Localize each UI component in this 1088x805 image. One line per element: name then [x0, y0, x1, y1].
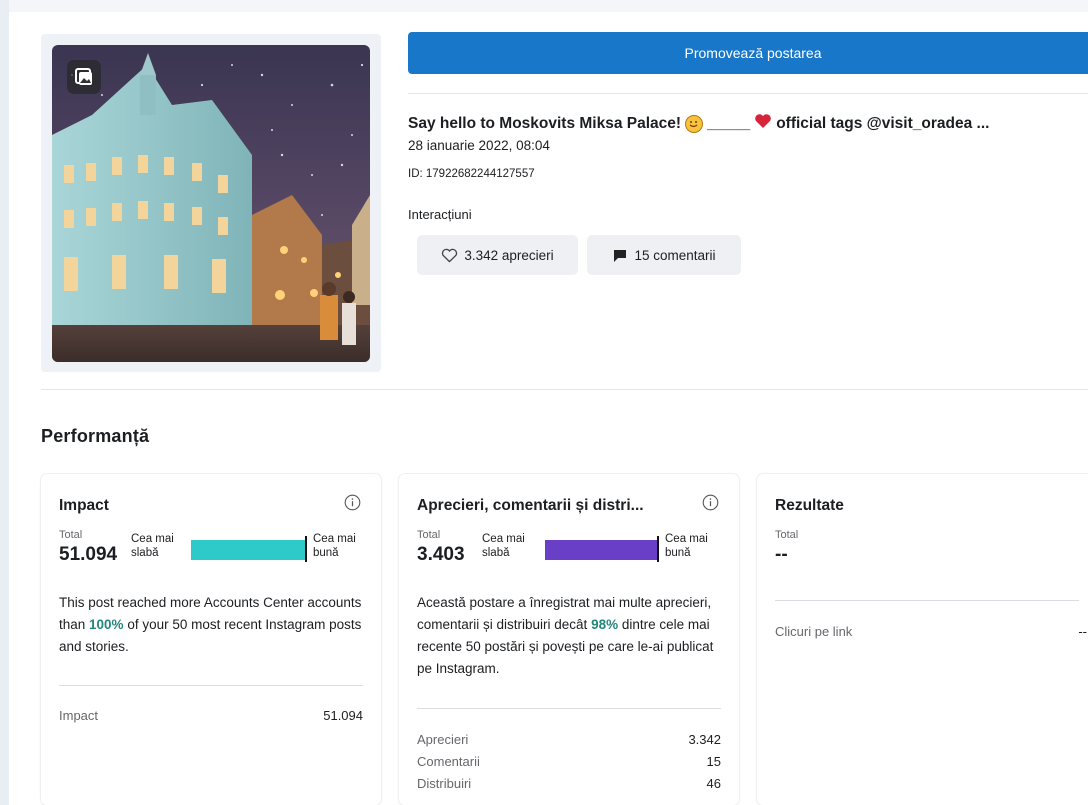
left-edge-strip — [0, 0, 9, 805]
total-label: Total — [775, 529, 799, 541]
heart-outline-icon — [442, 248, 458, 263]
metric-row-label: Clicuri pe link — [775, 624, 853, 639]
post-thumbnail[interactable] — [52, 45, 370, 362]
scale-low-label: Cea mai slabă — [131, 533, 174, 559]
engagement-percentile-bar — [545, 536, 659, 562]
likes-count: 3.342 aprecieri — [464, 247, 554, 263]
performance-heading: Performanță — [41, 426, 150, 446]
total-value: 3.403 — [417, 544, 465, 565]
caption-text-end: official tags @visit_oradea ... — [776, 114, 990, 132]
post-id: ID: 17922682244127557 — [408, 168, 535, 180]
metric-row-label: Aprecieri — [417, 732, 469, 747]
metric-row-value: 3.342 — [688, 732, 721, 747]
promote-post-button[interactable]: Promovează postarea — [408, 32, 1088, 74]
post-photo — [52, 45, 370, 362]
card-description: This post reached more Accounts Center a… — [59, 595, 362, 654]
metric-row-label: Impact — [59, 708, 99, 723]
metric-row-value: 46 — [706, 776, 721, 791]
divider — [408, 93, 1088, 94]
interactions-heading: Interacțiuni — [408, 207, 472, 222]
metric-row-value: 15 — [706, 754, 721, 769]
caption-text: Say hello to Moskovits Miksa Palace! — [408, 114, 682, 132]
metric-row-value: -- — [1078, 624, 1087, 639]
bar-fill — [545, 540, 657, 560]
total-value: 51.094 — [59, 544, 118, 565]
comments-count: 15 comentarii — [634, 247, 716, 263]
info-icon[interactable] — [344, 494, 361, 511]
post-thumbnail-frame — [41, 34, 381, 372]
post-insights-panel: Promovează postarea Say hello to Moskovi… — [9, 12, 1088, 805]
divider — [59, 685, 363, 686]
metric-row-label: Distribuiri — [417, 776, 472, 791]
scale-high-label: Cea mai bună — [313, 533, 356, 559]
post-date: 28 ianuarie 2022, 08:04 — [408, 138, 550, 153]
scale-low-label: Cea mai slabă — [482, 533, 525, 559]
card-title: Impact — [59, 497, 109, 514]
comments-chip[interactable]: 15 comentarii — [587, 235, 741, 275]
metric-row-value: 51.094 — [323, 708, 363, 723]
image-carousel-icon — [67, 60, 101, 94]
smile-emoji-icon — [685, 114, 704, 133]
comment-bubble-icon — [614, 249, 627, 262]
card-title: Rezultate — [775, 497, 844, 514]
bar-max-marker — [657, 536, 659, 562]
red-heart-emoji-icon — [754, 113, 772, 134]
divider — [41, 389, 1088, 390]
divider — [775, 600, 1079, 601]
card-title: Aprecieri, comentarii și distri... — [417, 497, 644, 514]
total-label: Total — [59, 529, 83, 541]
results-card: Rezultate Total -- Clicuri pe link -- — [757, 474, 1088, 805]
divider — [417, 708, 721, 709]
card-description: Această postare a înregistrat mai multe … — [417, 595, 714, 676]
bar-fill — [191, 540, 307, 560]
impact-card: Impact Total 51.094 Cea mai slabă Cea ma… — [41, 474, 381, 805]
caption-underscores: _____ — [707, 114, 751, 132]
impact-percentile-bar — [191, 536, 307, 562]
engagement-card: Aprecieri, comentarii și distri... Total… — [399, 474, 739, 805]
likes-chip[interactable]: 3.342 aprecieri — [417, 235, 578, 275]
post-caption: Say hello to Moskovits Miksa Palace! ___… — [408, 113, 1088, 134]
total-value: -- — [775, 544, 788, 565]
total-label: Total — [417, 529, 441, 541]
metric-row-label: Comentarii — [417, 754, 480, 769]
scale-high-label: Cea mai bună — [665, 533, 708, 559]
bar-max-marker — [305, 536, 307, 562]
info-icon[interactable] — [702, 494, 719, 511]
